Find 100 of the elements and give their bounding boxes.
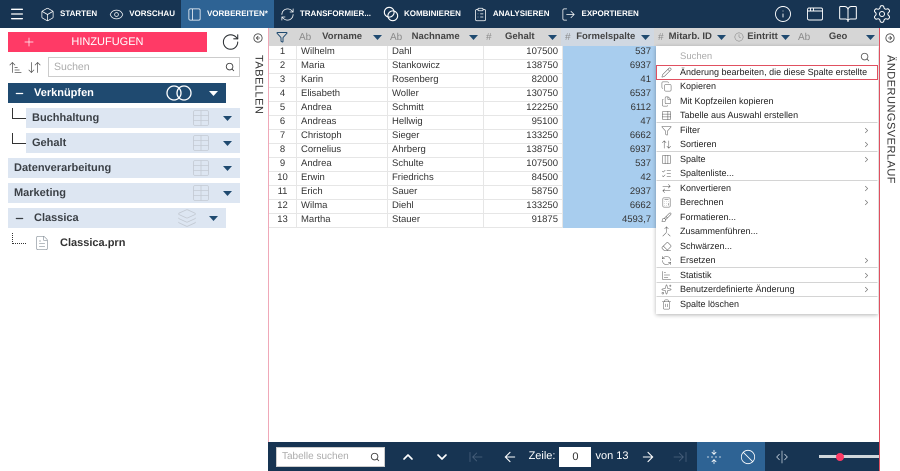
refresh-icon[interactable] xyxy=(220,32,240,52)
table-cell: Andrea xyxy=(297,102,388,116)
caret-icon[interactable] xyxy=(781,34,790,40)
tree-item[interactable]: Gehalt xyxy=(26,133,240,153)
column-header[interactable]: Ab Vorname xyxy=(295,28,386,46)
window-icon[interactable] xyxy=(806,5,824,23)
table-cell: 6662 xyxy=(563,200,656,214)
menu-item[interactable]: Filter xyxy=(656,123,878,138)
table-cell: Schmitt xyxy=(388,102,484,116)
menu-search-field[interactable]: Suchen xyxy=(678,49,872,64)
caret-icon[interactable] xyxy=(641,34,650,40)
caret-icon[interactable] xyxy=(866,34,875,40)
column-type: # xyxy=(658,30,664,44)
table-filter-icon[interactable] xyxy=(276,31,288,43)
menu-item[interactable]: Kopieren xyxy=(656,80,878,94)
book-icon[interactable] xyxy=(838,4,858,24)
menu-item[interactable]: Änderung bearbeiten, die diese Spalte erstellte xyxy=(656,65,878,80)
row-number: 11 xyxy=(269,186,297,200)
column-header[interactable]: Ab Geo xyxy=(794,28,879,46)
menu-item[interactable]: Benutzerdefinierte Änderung xyxy=(656,282,878,297)
toolbar-tab[interactable]: EXPORTIEREN xyxy=(555,0,645,28)
table-icon xyxy=(191,183,211,203)
tree-item[interactable]: Verknüpfen xyxy=(8,83,226,103)
menu-item[interactable]: Mit Kopfzeilen kopieren xyxy=(656,94,878,108)
clipboard-icon xyxy=(472,6,488,22)
search-field[interactable]: Suchen xyxy=(48,57,240,77)
tree-item[interactable]: Marketing xyxy=(8,183,240,203)
menu-item[interactable]: Spaltenliste... xyxy=(656,166,878,181)
caret-icon[interactable] xyxy=(717,34,726,40)
toggle-button[interactable] xyxy=(696,442,731,471)
column-header[interactable]: Eintritt xyxy=(730,28,794,46)
collapse-panel-icon[interactable] xyxy=(253,33,263,43)
column-header[interactable]: Ab Nachname xyxy=(386,28,482,46)
toolbar-tab[interactable]: VORBEREITEN* xyxy=(180,0,274,28)
sort-icon[interactable] xyxy=(27,60,42,74)
toolbar-tab[interactable]: STARTEN xyxy=(34,0,104,28)
split-icon xyxy=(774,448,790,464)
panel-icon xyxy=(186,6,202,22)
caret-icon[interactable] xyxy=(469,34,478,40)
table-cell: 6112 xyxy=(563,102,656,116)
caret-icon[interactable] xyxy=(223,116,232,120)
row-number: 8 xyxy=(269,144,297,158)
menu-item[interactable]: Statistik xyxy=(656,268,878,282)
collapse-all-icon[interactable] xyxy=(8,60,23,74)
brush-icon xyxy=(661,212,672,223)
toggle-button[interactable] xyxy=(730,442,765,471)
menu-item[interactable]: Tabelle aus Auswahl erstellen xyxy=(656,108,878,123)
file-label[interactable]: Classica.prn xyxy=(58,234,128,252)
table-cell: 6662 xyxy=(563,130,656,144)
expand-panel-icon[interactable] xyxy=(885,33,895,43)
table-cell: Karin xyxy=(297,74,388,88)
bar-chart-icon xyxy=(661,270,672,281)
menu-item[interactable]: Spalte xyxy=(656,152,878,166)
table-cell: Sieger xyxy=(388,130,484,144)
caret-icon[interactable] xyxy=(209,90,218,96)
menu-item[interactable]: Sortieren xyxy=(656,138,878,152)
column-header[interactable]: # Gehalt xyxy=(482,28,561,46)
menu-item[interactable]: Schwärzen... xyxy=(656,239,878,254)
tree-item[interactable]: Datenverarbeitung xyxy=(8,158,240,178)
caret-icon[interactable] xyxy=(373,34,382,40)
tree-item[interactable]: Classica xyxy=(8,208,226,228)
caret-icon[interactable] xyxy=(223,190,232,196)
row-number: 7 xyxy=(269,130,297,144)
menu-item[interactable]: Formatieren... xyxy=(656,210,878,224)
caret-icon[interactable] xyxy=(223,166,232,170)
panel-label[interactable]: ÄNDERUNGSVERLAUF xyxy=(882,55,898,184)
columns-icon xyxy=(661,154,672,165)
column-header[interactable]: # Formelspalte xyxy=(561,28,654,46)
search-field[interactable]: Tabelle suchen xyxy=(276,446,385,466)
clock-icon xyxy=(734,32,744,42)
table-cell: 537 xyxy=(563,46,656,60)
toolbar-tab[interactable]: KOMBINIEREN xyxy=(376,0,467,28)
menu-item[interactable]: Berechnen xyxy=(656,196,878,210)
caret-icon[interactable] xyxy=(209,216,218,220)
search-icon[interactable] xyxy=(860,52,870,62)
settings-icon[interactable] xyxy=(872,4,892,24)
column-type: Ab xyxy=(798,30,810,44)
slider-thumb[interactable] xyxy=(836,452,844,460)
column-header[interactable]: # Mitarb. ID xyxy=(654,28,730,46)
table-cell: Dahl xyxy=(388,46,484,60)
search-icon[interactable] xyxy=(225,62,235,72)
toolbar-tab[interactable]: VORSCHAU xyxy=(103,0,181,28)
search-icon[interactable] xyxy=(370,452,380,462)
table-cell: Diehl xyxy=(388,200,484,214)
menu-item[interactable]: Ersetzen xyxy=(656,254,878,268)
caret-icon[interactable] xyxy=(223,140,232,146)
menu-item[interactable]: Konvertieren xyxy=(656,181,878,196)
row-input[interactable]: 0 xyxy=(559,446,592,466)
menu-item[interactable]: Zusammenführen... xyxy=(656,224,878,239)
info-icon[interactable] xyxy=(774,5,792,23)
tree-item[interactable]: Buchhaltung xyxy=(26,108,240,128)
table-icon xyxy=(191,108,211,128)
panel-label[interactable]: TABELLEN xyxy=(250,55,266,114)
toolbar-tab[interactable]: TRANSFORMIER... xyxy=(274,0,377,28)
zoom-slider[interactable] xyxy=(818,452,879,462)
table-cell: 6937 xyxy=(563,144,656,158)
menu-item[interactable]: Spalte löschen xyxy=(656,297,878,312)
toolbar-tab[interactable]: ANALYSIEREN xyxy=(466,0,556,28)
copy-icon xyxy=(661,81,672,92)
caret-icon[interactable] xyxy=(548,34,557,40)
